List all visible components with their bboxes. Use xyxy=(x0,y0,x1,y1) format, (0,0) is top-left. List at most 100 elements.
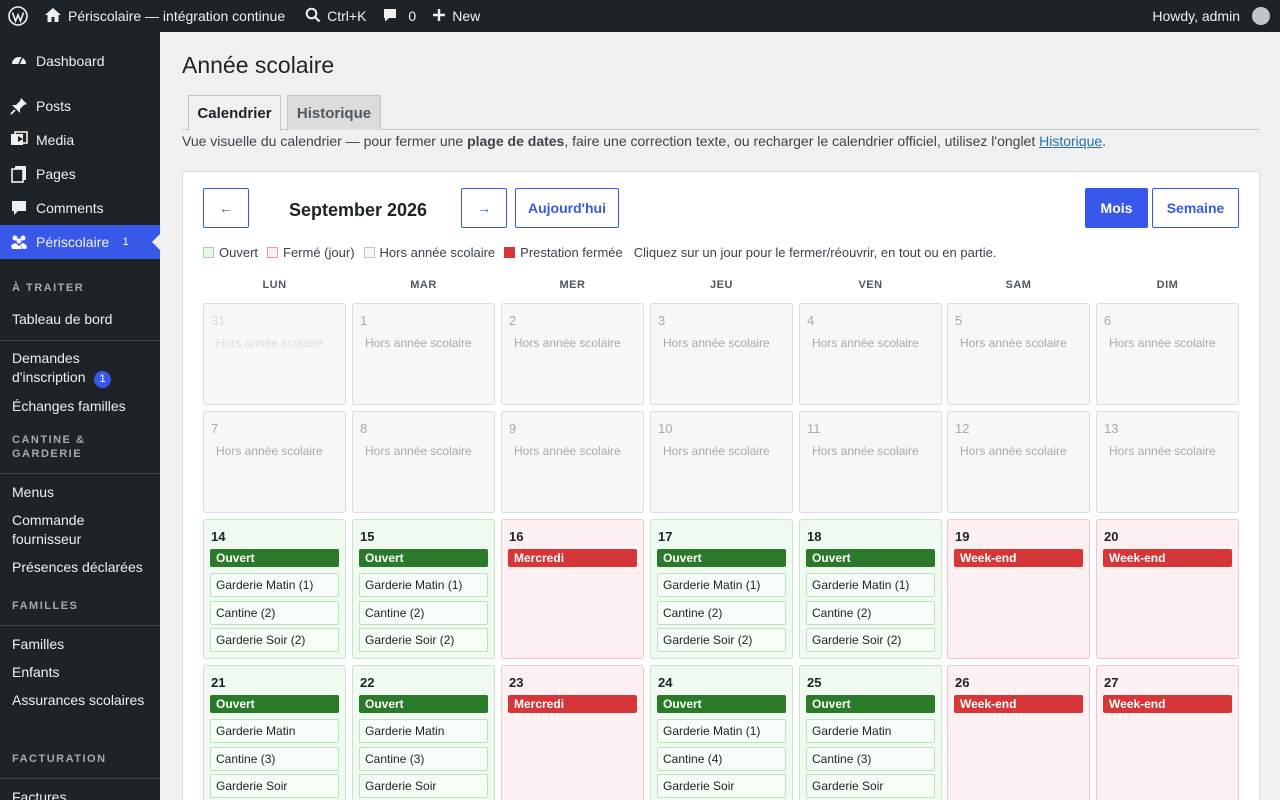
submenu-demandes-inscription[interactable]: Demandes d'inscription 1 xyxy=(0,349,160,388)
calendar-day-cell[interactable]: 6 Hors année scolaire xyxy=(1096,303,1239,405)
submenu-presences-declarees[interactable]: Présences déclarées xyxy=(0,558,160,577)
calendar-day-cell[interactable]: 2 Hors année scolaire xyxy=(501,303,644,405)
service-chip[interactable]: Garderie Matin xyxy=(359,719,488,743)
legend-label: Prestation fermée xyxy=(520,245,623,260)
intro-pre: Vue visuelle du calendrier — pour fermer… xyxy=(182,133,468,149)
service-chip[interactable]: Garderie Soir xyxy=(657,774,786,798)
day-status-label: Hors année scolaire xyxy=(812,444,919,458)
menu-comments[interactable]: Comments xyxy=(0,191,160,225)
calendar-day-cell[interactable]: 8 Hors année scolaire xyxy=(352,411,495,513)
calendar-day-cell[interactable]: 25 Ouvert Garderie Matin Cantine (3) Garderi… xyxy=(799,665,942,800)
service-chip[interactable]: Cantine (3) xyxy=(359,746,488,771)
calendar-day-cell[interactable]: 22 Ouvert Garderie Matin Cantine (3) Garderi… xyxy=(352,665,495,800)
service-chip[interactable]: Garderie Soir xyxy=(210,774,339,798)
menu-dashboard-label: Dashboard xyxy=(36,53,105,69)
day-number: 24 xyxy=(658,675,673,690)
intro-text: Vue visuelle du calendrier — pour fermer… xyxy=(182,133,1106,149)
historique-link[interactable]: Historique xyxy=(1039,133,1102,149)
comments-link[interactable]: 0 xyxy=(374,0,424,32)
view-week-button[interactable]: Semaine xyxy=(1152,188,1239,228)
menu-media[interactable]: Media xyxy=(0,123,160,157)
section-heading-familles: FAMILLES xyxy=(12,600,79,612)
calendar-day-cell[interactable]: 24 Ouvert Garderie Matin (1) Cantine (4) Gar… xyxy=(650,665,793,800)
service-chip[interactable]: Garderie Matin xyxy=(210,719,339,743)
calendar-day-cell[interactable]: 11 Hors année scolaire xyxy=(799,411,942,513)
new-content-link[interactable]: New xyxy=(424,0,488,32)
submenu-echanges-familles[interactable]: Échanges familles xyxy=(0,397,160,416)
service-chip[interactable]: Garderie Soir (2) xyxy=(806,628,935,652)
submenu-familles[interactable]: Familles xyxy=(0,635,160,654)
calendar-day-cell[interactable]: 5 Hors année scolaire xyxy=(947,303,1090,405)
calendar-day-cell[interactable]: 16 Mercredi xyxy=(501,519,644,659)
service-chip[interactable]: Garderie Soir (2) xyxy=(359,628,488,652)
submenu-factures[interactable]: Factures xyxy=(0,788,160,800)
next-month-button[interactable]: → xyxy=(461,188,507,228)
service-chip[interactable]: Garderie Matin (1) xyxy=(657,719,786,743)
calendar-day-cell[interactable]: 12 Hors année scolaire xyxy=(947,411,1090,513)
day-status-pill: Ouvert xyxy=(657,695,786,713)
menu-pages[interactable]: Pages xyxy=(0,157,160,191)
menu-posts[interactable]: Posts xyxy=(0,89,160,123)
service-chip[interactable]: Garderie Matin (1) xyxy=(210,573,339,597)
service-chip[interactable]: Cantine (2) xyxy=(657,600,786,625)
submenu-assurances-scolaires[interactable]: Assurances scolaires xyxy=(0,691,160,710)
calendar-panel: ← September 2026 → Aujourd'hui Mois Sema… xyxy=(182,171,1260,800)
menu-periscolaire-label: Périscolaire xyxy=(36,234,110,250)
wordpress-logo-icon[interactable] xyxy=(0,0,36,32)
calendar-day-cell[interactable]: 17 Ouvert Garderie Matin (1) Cantine (2) Gar… xyxy=(650,519,793,659)
submenu-menus[interactable]: Menus xyxy=(0,483,160,502)
tab-historique[interactable]: Historique xyxy=(287,95,381,130)
menu-periscolaire[interactable]: Périscolaire 1 xyxy=(0,225,160,259)
calendar-day-cell[interactable]: 4 Hors année scolaire xyxy=(799,303,942,405)
service-chip[interactable]: Cantine (2) xyxy=(806,600,935,625)
calendar-day-cell[interactable]: 13 Hors année scolaire xyxy=(1096,411,1239,513)
service-chip[interactable]: Garderie Soir xyxy=(806,774,935,798)
day-status-label: Hors année scolaire xyxy=(514,444,621,458)
service-chip[interactable]: Cantine (4) xyxy=(657,746,786,771)
service-chip[interactable]: Cantine (3) xyxy=(210,746,339,771)
view-month-button[interactable]: Mois xyxy=(1085,188,1148,228)
legend-item: Fermé (jour) xyxy=(267,245,355,260)
service-chip[interactable]: Cantine (2) xyxy=(359,600,488,625)
service-chip[interactable]: Garderie Matin xyxy=(806,719,935,743)
calendar-day-cell[interactable]: 9 Hors année scolaire xyxy=(501,411,644,513)
submenu-tableau-de-bord[interactable]: Tableau de bord xyxy=(0,310,160,329)
calendar-day-cell[interactable]: 7 Hors année scolaire xyxy=(203,411,346,513)
prev-month-button[interactable]: ← xyxy=(203,188,249,228)
tab-calendrier[interactable]: Calendrier xyxy=(188,95,281,131)
submenu-enfants[interactable]: Enfants xyxy=(0,663,160,682)
service-chip[interactable]: Cantine (3) xyxy=(806,746,935,771)
calendar-day-cell[interactable]: 27 Week-end xyxy=(1096,665,1239,800)
calendar-day-cell[interactable]: 3 Hors année scolaire xyxy=(650,303,793,405)
service-chip[interactable]: Garderie Matin (1) xyxy=(806,573,935,597)
search-command[interactable]: Ctrl+K xyxy=(297,0,374,32)
calendar-day-cell[interactable]: 19 Week-end xyxy=(947,519,1090,659)
calendar-day-cell[interactable]: 20 Week-end xyxy=(1096,519,1239,659)
service-chip[interactable]: Garderie Soir (2) xyxy=(657,628,786,652)
calendar-day-cell[interactable]: 14 Ouvert Garderie Matin (1) Cantine (2) Gar… xyxy=(203,519,346,659)
calendar-day-cell[interactable]: 15 Ouvert Garderie Matin (1) Cantine (2) Gar… xyxy=(352,519,495,659)
service-chip[interactable]: Garderie Soir (2) xyxy=(210,628,339,652)
day-status-pill: Ouvert xyxy=(210,695,339,713)
today-button[interactable]: Aujourd'hui xyxy=(515,188,619,228)
calendar-day-cell[interactable]: 18 Ouvert Garderie Matin (1) Cantine (2) Gar… xyxy=(799,519,942,659)
comments-count: 0 xyxy=(408,8,417,24)
periscolaire-count-badge: 1 xyxy=(122,236,129,248)
calendar-day-cell[interactable]: 23 Mercredi xyxy=(501,665,644,800)
menu-comments-label: Comments xyxy=(36,200,104,216)
service-chip[interactable]: Garderie Matin (1) xyxy=(657,573,786,597)
account-menu[interactable]: Howdy, admin xyxy=(1144,0,1280,32)
service-chip[interactable]: Garderie Matin (1) xyxy=(359,573,488,597)
site-name-link[interactable]: Périscolaire — intégration continue xyxy=(36,0,293,32)
calendar-day-cell[interactable]: 21 Ouvert Garderie Matin Cantine (3) Garderi… xyxy=(203,665,346,800)
service-chip[interactable]: Garderie Soir xyxy=(359,774,488,798)
menu-dashboard[interactable]: Dashboard xyxy=(0,44,160,78)
calendar-day-cell[interactable]: 26 Week-end xyxy=(947,665,1090,800)
menu-posts-label: Posts xyxy=(36,98,72,114)
submenu-commande-fournisseur[interactable]: Commande fournisseur xyxy=(0,511,110,549)
calendar-day-cell[interactable]: 10 Hors année scolaire xyxy=(650,411,793,513)
calendar-day-cell[interactable]: 1 Hors année scolaire xyxy=(352,303,495,405)
service-chip[interactable]: Cantine (2) xyxy=(210,600,339,625)
day-number: 25 xyxy=(807,675,822,690)
calendar-day-cell[interactable]: 31 Hors année scolaire xyxy=(203,303,346,405)
